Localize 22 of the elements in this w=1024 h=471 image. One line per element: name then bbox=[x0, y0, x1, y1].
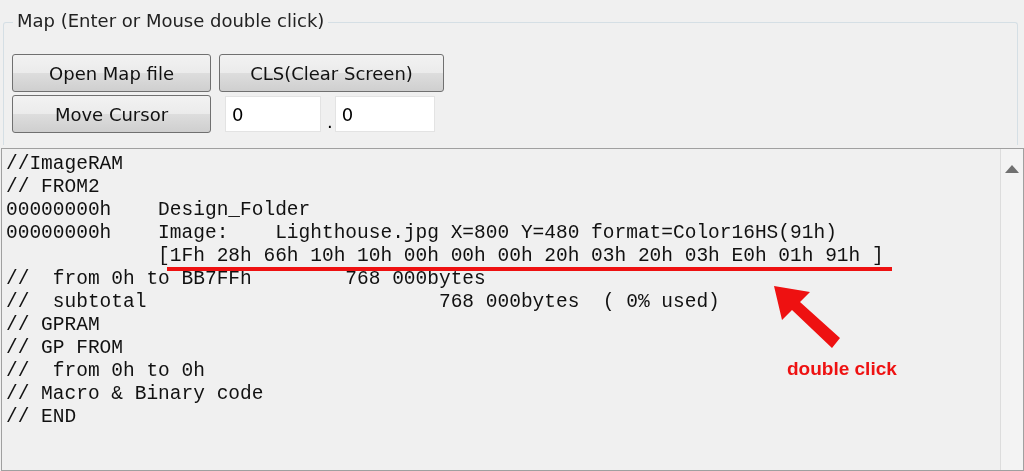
text-area[interactable] bbox=[1, 148, 1024, 471]
input-field[interactable]: 0 bbox=[334, 96, 435, 132]
group-title: Map (Enter or Mouse double click) bbox=[13, 10, 329, 31]
input-field[interactable]: 0 bbox=[225, 96, 321, 132]
code-line: // subtotal 768 000bytes ( 0% used) bbox=[6, 291, 720, 314]
annotation-label: double click bbox=[787, 358, 897, 380]
code-line: // GPRAM bbox=[6, 314, 100, 337]
code-line: // from 0h to BB7FFh 768 000bytes bbox=[6, 268, 486, 291]
code-line: // Macro & Binary code bbox=[6, 383, 264, 406]
clear-screen-button[interactable]: CLS(Clear Screen) bbox=[219, 54, 444, 92]
code-line: // FROM2 bbox=[6, 176, 100, 199]
code-line: 00000000h Design_Folder bbox=[6, 199, 311, 222]
code-line: 00000000h Image: Lighthouse.jpg X=800 Y=480 format=Color16HS(91h) bbox=[6, 222, 837, 245]
code-line: //ImageRAM bbox=[6, 153, 124, 176]
separator-dot: . bbox=[327, 110, 333, 132]
open-map-file-button[interactable]: Open Map file bbox=[12, 54, 211, 92]
scroll-up-arrow-icon[interactable] bbox=[1005, 165, 1019, 173]
move-cursor-button[interactable]: Move Cursor bbox=[12, 95, 211, 133]
code-line: // END bbox=[6, 406, 77, 429]
code-line: [1Fh 28h 66h 10h 10h 00h 00h 00h 20h 03h 20h 03h E0h 01h 91h ] bbox=[157, 245, 884, 268]
code-line: // from 0h to 0h bbox=[6, 360, 205, 383]
code-line: // GP FROM bbox=[6, 337, 124, 360]
